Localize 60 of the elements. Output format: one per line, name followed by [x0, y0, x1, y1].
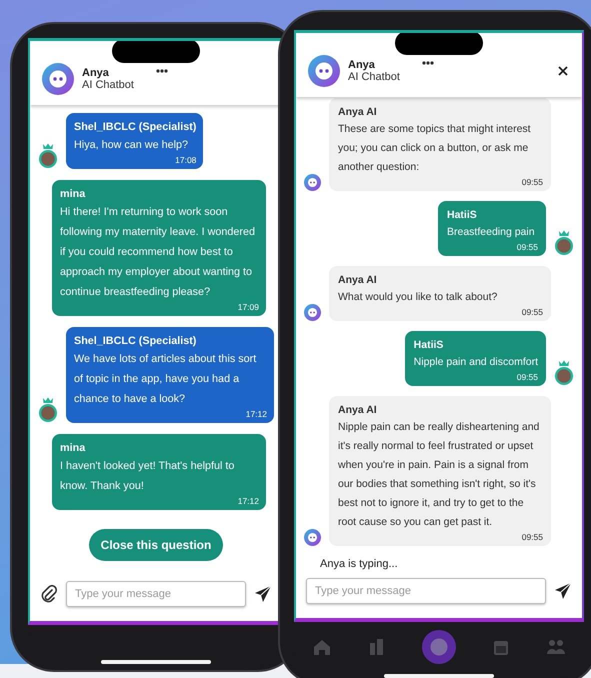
bot-icon — [422, 630, 456, 664]
user-avatar — [554, 358, 574, 386]
sender-name: Anya AI — [338, 403, 378, 418]
message-text: Hi there! I'm returning to work soon following my maternity leave. I wondered if you could recommend how best to approach my employer about wanting to continue breastfeeding please? — [60, 205, 256, 300]
message-time: 09:55 — [520, 177, 543, 187]
message-time: 17:09 — [236, 302, 259, 312]
message-time: 17:08 — [174, 155, 196, 165]
message-input[interactable]: Type your message — [66, 581, 246, 607]
message-text: We have lots of articles about this sort of topic in the app, have you had a chance to have a look? — [74, 352, 258, 407]
message-text: Breastfeeding pain — [447, 225, 536, 240]
sender-name: Anya AI — [338, 105, 378, 120]
send-icon — [254, 585, 272, 603]
user-avatar — [554, 228, 574, 256]
send-button[interactable] — [554, 582, 572, 600]
sender-name: mina — [60, 441, 86, 456]
message-time: 09:55 — [516, 372, 538, 382]
sender-name: Anya AI — [338, 273, 378, 288]
close-question-button[interactable]: Close this question — [88, 529, 224, 561]
bot-name: Anya — [82, 67, 110, 79]
user-avatar — [38, 395, 58, 423]
attach-button[interactable] — [40, 585, 58, 603]
close-icon — [558, 66, 568, 76]
sender-name: Shel_IBCLC (Specialist) — [74, 334, 198, 349]
bot-name: Anya — [348, 59, 376, 71]
more-icon[interactable] — [422, 61, 434, 65]
people-icon — [546, 637, 566, 657]
nav-button[interactable] — [546, 637, 566, 657]
bot-subtitle: AI Chatbot — [82, 79, 134, 91]
home-icon — [312, 637, 332, 657]
message-time: 09:55 — [520, 307, 543, 317]
close-button[interactable] — [556, 64, 570, 78]
nav-button[interactable] — [312, 637, 332, 657]
bot-avatar — [308, 55, 340, 87]
message-time: 17:12 — [244, 409, 267, 419]
bot-avatar — [304, 304, 321, 321]
sender-name: HatiiS — [414, 338, 444, 353]
message-text: These are some topics that might interest you; you can click on a button, or ask me another question: — [338, 122, 532, 175]
message-text: I haven't looked yet! That's helpful to know. Thank you! — [60, 459, 236, 494]
bot-subtitle: AI Chatbot — [348, 71, 400, 83]
send-icon — [554, 582, 572, 600]
user-avatar — [38, 141, 58, 169]
sender-name: HatiiS — [447, 208, 478, 223]
typing-indicator: Anya is typing... — [319, 557, 399, 570]
bot-avatar — [304, 529, 321, 546]
bot-avatar — [304, 174, 321, 191]
message-input[interactable]: Type your message — [306, 578, 546, 604]
message-text: Nipple pain and discomfort — [414, 355, 538, 370]
message-time: 09:55 — [520, 532, 543, 542]
message-text: Nipple pain can be really disheartening and it's really normal to feel frustrated or upset when you're in pain. Pain is a signal from our bodies that something isn't right, so it's best not to ignore it, and try to get to the root cause so you can get past it. — [338, 420, 540, 530]
sender-name: Shel_IBCLC (Specialist) — [74, 120, 196, 135]
send-button[interactable] — [254, 585, 272, 603]
message-time: 09:55 — [516, 242, 538, 252]
message-text: Hiya, how can we help? — [74, 138, 190, 153]
message-time: 17:12 — [236, 496, 259, 506]
message-text: What would you like to talk about? — [338, 290, 498, 305]
paperclip-icon — [40, 585, 58, 603]
sender-name: mina — [60, 187, 86, 202]
nav-button[interactable] — [422, 630, 456, 664]
bot-avatar — [42, 63, 74, 95]
more-icon[interactable] — [156, 69, 168, 73]
